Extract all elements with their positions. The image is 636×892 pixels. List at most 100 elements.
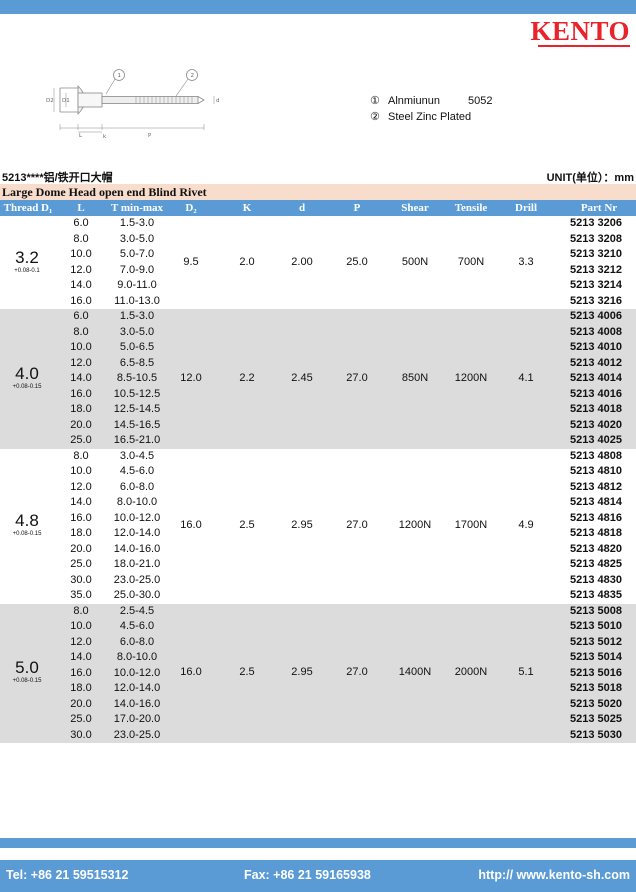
part-number-cell: 5213 5020 — [570, 697, 622, 710]
length-column: 6.0 8.0 10.0 12.0 14.0 16.0 18.0 20.0 25.0 — [56, 309, 106, 449]
part-number-cell: 5213 4020 — [570, 418, 622, 431]
grip-range-cell: 10.5-12.5 — [113, 387, 161, 400]
grip-range-cell: 8.0-10.0 — [116, 651, 158, 663]
grip-range-cell: 12.0-14.0 — [113, 682, 161, 694]
length-cell: 18.0 — [70, 527, 92, 539]
length-cell: 16.0 — [70, 387, 92, 400]
part-number-cell: 5213 4006 — [570, 310, 622, 322]
spec-tensile: 1200N — [454, 371, 488, 384]
header-thread: Thread D₁ — [3, 202, 53, 214]
thread-diameter: 5.0 +0.08-0.15 — [0, 659, 54, 685]
spec-shear: 850N — [401, 371, 429, 384]
spec-tensile: 2000N — [454, 666, 488, 679]
spec-drill: 5.1 — [518, 666, 534, 679]
length-cell: 30.0 — [70, 573, 92, 586]
logo-underline — [538, 45, 630, 47]
length-cell: 20.0 — [70, 542, 92, 555]
thread-tolerance: +0.08-0.15 — [12, 531, 42, 537]
length-cell: 14.0 — [70, 651, 92, 663]
callout-2: 2 — [191, 73, 195, 79]
part-number-cell: 5213 4010 — [570, 341, 622, 353]
part-number-cell: 5213 4835 — [570, 589, 622, 601]
length-cell: 18.0 — [70, 682, 92, 694]
grip-range-cell: 8.5-10.5 — [116, 372, 158, 384]
length-cell: 25.0 — [70, 713, 92, 725]
grip-range-cell: 25.0-30.0 — [113, 589, 161, 601]
header-shear: Shear — [401, 202, 429, 214]
grip-range-cell: 9.0-11.0 — [117, 279, 157, 291]
grip-range-cell: 1.5-3.0 — [119, 310, 155, 322]
length-column: 8.0 10.0 12.0 14.0 16.0 18.0 20.0 25.0 30.0 — [56, 604, 106, 744]
grip-range-cell: 1.5-3.0 — [119, 217, 155, 229]
spec-d: 2.95 — [291, 666, 313, 679]
brand-logo: KENTO — [530, 16, 630, 46]
part-number-cell: 5213 5008 — [570, 604, 622, 617]
length-cell: 30.0 — [70, 728, 92, 741]
grip-range-cell: 23.0-25.0 — [113, 573, 161, 586]
part-number-cell: 5213 4018 — [570, 403, 622, 415]
spec-p: 27.0 — [346, 666, 368, 679]
material-marker: ② — [370, 111, 380, 123]
material-item: ① Alnmiunun 5052 — [370, 93, 492, 109]
footer-fax: Fax: +86 21 59165938 — [244, 868, 371, 882]
grip-range-cell: 12.5-14.5 — [113, 403, 161, 415]
part-number-cell: 5213 3216 — [570, 294, 622, 307]
length-cell: 8.0 — [73, 604, 89, 617]
table-title: Large Dome Head open end Blind Rivet — [0, 184, 636, 200]
grip-range-cell: 18.0-21.0 — [113, 558, 161, 570]
length-cell: 8.0 — [73, 449, 89, 462]
grip-range-cell: 12.0-14.0 — [113, 527, 161, 539]
size-group: 4.0 +0.08-0.15 6.0 8.0 10.0 12.0 14.0 16.0 18.0 2… — [0, 309, 636, 449]
part-number-cell: 5213 4808 — [570, 449, 622, 462]
grip-range-column: 3.0-4.5 4.5-6.0 6.0-8.0 8.0-10.0 10.0-12.0 12… — [104, 449, 170, 604]
spec-shear: 500N — [401, 255, 429, 268]
grip-range-cell: 10.0-12.0 — [113, 666, 161, 679]
grip-range-cell: 17.0-20.0 — [113, 713, 161, 725]
header-k: K — [242, 202, 252, 214]
thread-value: 3.2 — [15, 247, 39, 267]
length-cell: 20.0 — [70, 418, 92, 431]
part-number-cell: 5213 5014 — [570, 651, 622, 663]
thread-diameter: 4.0 +0.08-0.15 — [0, 364, 54, 391]
grip-range-cell: 14.5-16.5 — [113, 418, 161, 431]
part-number-cell: 5213 5025 — [570, 713, 622, 725]
grip-range-cell: 5.0-6.5 — [119, 341, 155, 353]
thread-value: 4.8 — [15, 511, 39, 530]
length-cell: 12.0 — [70, 480, 92, 493]
grip-range-cell: 10.0-12.0 — [113, 511, 161, 524]
spec-tensile: 700N — [457, 255, 485, 268]
part-number-cell: 5213 5030 — [570, 728, 622, 741]
length-cell: 10.0 — [70, 341, 92, 353]
spec-drill: 4.9 — [518, 519, 534, 531]
spec-k: 2.0 — [239, 255, 255, 268]
series-code: 5213****铝/铁开口大帽 — [2, 172, 113, 184]
dim-d1: D1 — [62, 98, 70, 104]
part-number-cell: 5213 4825 — [570, 558, 622, 570]
spec-d2: 16.0 — [180, 666, 202, 679]
dim-p: P — [148, 133, 152, 139]
length-cell: 14.0 — [70, 496, 92, 508]
size-group: 5.0 +0.08-0.15 8.0 10.0 12.0 14.0 16.0 18.0 20.0… — [0, 603, 636, 744]
footer-tel: Tel: +86 21 59515312 — [6, 868, 129, 882]
spec-d2: 12.0 — [180, 371, 202, 384]
grip-range-cell: 4.5-6.0 — [119, 465, 155, 477]
part-number-cell: 5213 4820 — [570, 542, 622, 555]
size-group: 4.8 +0.08-0.15 8.0 10.0 12.0 14.0 16.0 18.0 20.0… — [0, 449, 636, 604]
grip-range-cell: 3.0-5.0 — [119, 325, 155, 338]
spec-d: 2.95 — [291, 519, 313, 531]
grip-range-cell: 16.5-21.0 — [113, 434, 161, 446]
part-number-cell: 5213 4830 — [570, 573, 622, 586]
material-name: Steel Zinc Plated — [388, 111, 472, 123]
grip-range-cell: 2.5-4.5 — [119, 604, 155, 617]
spec-d2: 16.0 — [180, 519, 202, 531]
grip-range-cell: 11.0-13.0 — [114, 294, 160, 307]
thread-tolerance: +0.08-0.1 — [14, 267, 40, 274]
header-part-nr: Part Nr — [580, 202, 618, 214]
length-cell: 10.0 — [70, 465, 92, 477]
footer-web[interactable]: http:// www.kento-sh.com — [478, 868, 630, 882]
length-cell: 12.0 — [70, 356, 92, 369]
length-cell: 12.0 — [70, 635, 92, 648]
part-number-cell: 5213 5012 — [570, 635, 622, 648]
part-number-cell: 5213 5010 — [570, 620, 622, 632]
material-marker: ① — [370, 95, 380, 107]
